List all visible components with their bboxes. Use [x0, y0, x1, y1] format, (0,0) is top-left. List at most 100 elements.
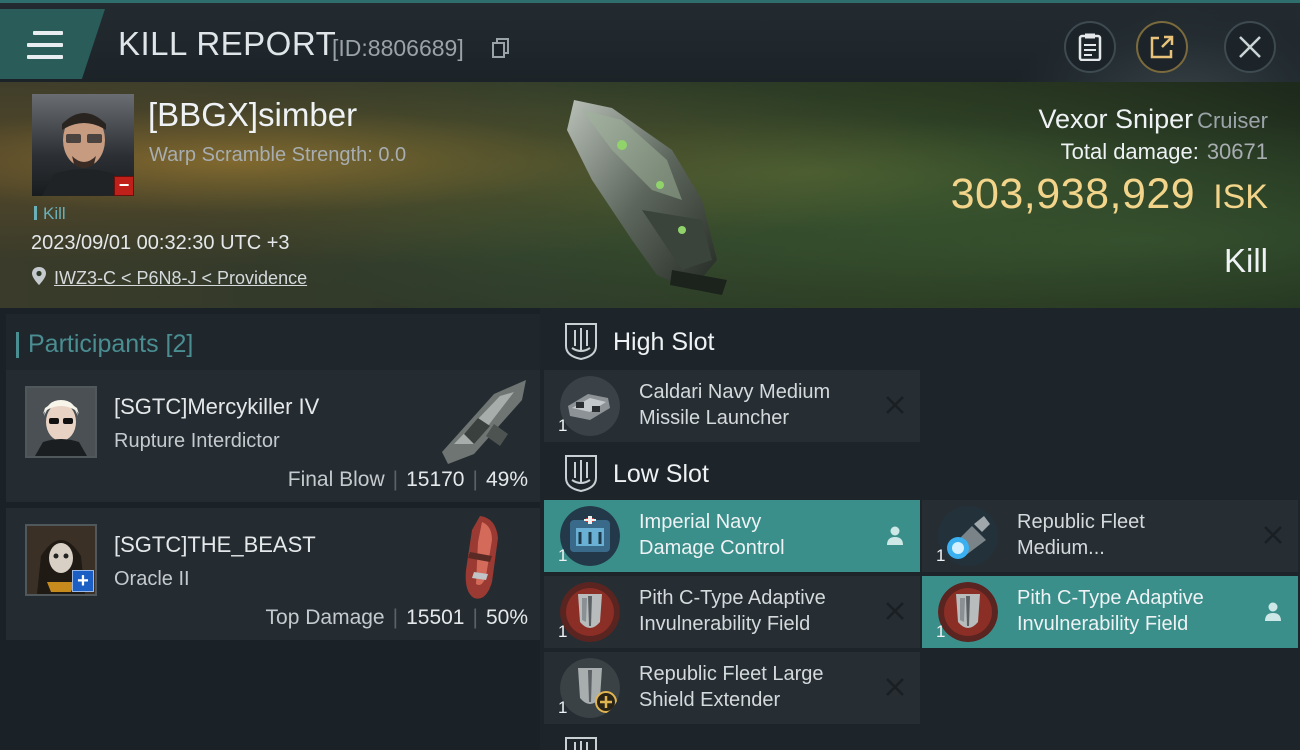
- copy-icon[interactable]: [492, 38, 510, 58]
- clipboard-icon: [1078, 33, 1102, 61]
- low-slot-icon: [565, 455, 597, 492]
- module-name-line-1: Republic Fleet: [1017, 511, 1145, 533]
- participant-stats: Top Damage | 15501 | 50%: [265, 606, 528, 629]
- total-damage-label: Total damage:: [1060, 139, 1199, 164]
- module-quantity: 1: [558, 622, 568, 641]
- module-name-line-1: Republic Fleet Large: [639, 663, 824, 685]
- high-slot-header: High Slot: [544, 312, 1300, 370]
- ship-render[interactable]: [552, 90, 742, 300]
- isk-value: 303,938,929: [950, 170, 1196, 218]
- participant-ship-image[interactable]: [434, 512, 532, 606]
- fleet-member-badge: +: [72, 570, 94, 592]
- module-name: Pith C-Type Adaptive Invulnerability Fie…: [639, 585, 879, 637]
- ship-name-line: Vexor Sniper Cruiser: [1039, 104, 1269, 135]
- module-quantity: 1: [936, 546, 946, 565]
- victim-header: − [BBGX]simber Warp Scramble Strength: 0…: [0, 82, 1300, 308]
- module-name-line-2: Invulnerability Field: [639, 613, 811, 635]
- participant-role: Top Damage: [265, 606, 385, 629]
- participant-role: Final Blow: [287, 468, 385, 491]
- module-name: Caldari Navy Medium Missile Launcher: [639, 379, 879, 431]
- report-id: [ID:8806689]: [332, 35, 464, 61]
- fitting-panel: High Slot 1 Caldari Navy Medium Missile …: [540, 308, 1300, 750]
- module-name-line-2: Medium...: [1017, 537, 1105, 559]
- low-slot-title: Low Slot: [613, 460, 709, 488]
- participant-row[interactable]: + [SGTC]THE_BEAST Oracle II Top Damage | 1…: [6, 508, 540, 640]
- high-slot-title: High Slot: [613, 328, 715, 356]
- menu-button[interactable]: [0, 9, 105, 79]
- next-slot-icon: [565, 737, 597, 750]
- module-item[interactable]: 1 Caldari Navy Medium Missile Launcher: [544, 370, 920, 442]
- module-name-line-1: Caldari Navy Medium: [639, 381, 831, 403]
- module-name-line-2: Missile Launcher: [639, 407, 790, 429]
- close-button[interactable]: [1224, 21, 1276, 73]
- gyrostabilizer-module-icon: [938, 506, 998, 566]
- destroyed-x-icon: [886, 678, 904, 696]
- participant-ship: Rupture Interdictor: [114, 430, 280, 452]
- kill-tag: Kill: [34, 204, 66, 224]
- total-damage-value: 30671: [1206, 139, 1268, 164]
- location-link[interactable]: IWZ3-C < P6N8-J < Providence: [54, 268, 307, 289]
- location-pin-icon: [32, 267, 46, 285]
- participant-percent: 49%: [485, 468, 528, 491]
- module-quantity: 1: [936, 622, 946, 641]
- participant-ship: Oracle II: [114, 568, 190, 590]
- page-title: KILL REPORT: [118, 25, 337, 62]
- outcome-label: Kill: [1223, 242, 1268, 279]
- participant-percent: 50%: [485, 606, 528, 629]
- module-name: Republic Fleet Large Shield Extender: [639, 661, 879, 713]
- participants-header: Participants [2]: [6, 314, 540, 374]
- module-name: Imperial Navy Damage Control: [639, 509, 879, 561]
- destroyed-x-icon: [886, 602, 904, 620]
- invulnerability-field-module-icon: [938, 582, 998, 642]
- destroyed-x-icon: [1264, 526, 1282, 544]
- kill-timestamp: 2023/09/01 00:32:30 UTC +3: [31, 232, 290, 254]
- dropped-person-icon: [887, 526, 903, 545]
- dropped-person-icon: [1265, 602, 1281, 621]
- low-slot-header: Low Slot: [544, 444, 1300, 502]
- module-name-line-1: Pith C-Type Adaptive: [1017, 587, 1204, 609]
- close-icon: [1239, 36, 1261, 58]
- top-bar: KILL REPORT [ID:8806689]: [0, 0, 1300, 85]
- module-name-line-1: Imperial Navy: [639, 511, 762, 533]
- module-item[interactable]: 1 Pith C-Type Adaptive Invulnerability F…: [922, 576, 1298, 648]
- damage-control-module-icon: [560, 506, 620, 566]
- participant-avatar[interactable]: [25, 386, 97, 458]
- participant-name[interactable]: [SGTC]THE_BEAST: [114, 532, 316, 558]
- module-quantity: 1: [558, 698, 568, 717]
- ship-name[interactable]: Vexor Sniper: [1039, 104, 1194, 134]
- warp-scramble-strength: Warp Scramble Strength: 0.0: [149, 144, 407, 166]
- participant-name[interactable]: [SGTC]Mercykiller IV: [114, 394, 319, 420]
- module-name: Republic Fleet Medium...: [1017, 509, 1257, 561]
- portrait-image: [27, 388, 95, 456]
- module-quantity: 1: [558, 416, 568, 435]
- module-item[interactable]: 1 Pith C-Type Adaptive Invulnerability F…: [544, 576, 920, 648]
- module-item[interactable]: 1 Republic Fleet Medium...: [922, 500, 1298, 572]
- hamburger-icon: [27, 31, 63, 61]
- clipboard-button[interactable]: [1064, 21, 1116, 73]
- isk-unit: ISK: [1213, 178, 1268, 216]
- module-name-line-1: Pith C-Type Adaptive: [639, 587, 826, 609]
- module-name-line-2: Shield Extender: [639, 689, 781, 711]
- isk-value-line: 303,938,929 ISK: [951, 170, 1268, 219]
- module-name-line-2: Damage Control: [639, 537, 785, 559]
- hostile-badge: −: [114, 176, 134, 196]
- module-name: Pith C-Type Adaptive Invulnerability Fie…: [1017, 585, 1257, 637]
- participant-damage: 15501: [406, 606, 465, 629]
- module-quantity: 1: [558, 546, 568, 565]
- invulnerability-field-module-icon: [560, 582, 620, 642]
- participant-damage: 15170: [406, 468, 465, 491]
- launcher-module-icon: [560, 376, 620, 436]
- participant-ship-image[interactable]: [434, 374, 532, 468]
- ship-class: Cruiser: [1197, 108, 1268, 133]
- share-icon: [1150, 35, 1174, 59]
- destroyed-x-icon: [886, 396, 904, 414]
- module-item[interactable]: 1 Imperial Navy Damage Control: [544, 500, 920, 572]
- share-button[interactable]: [1136, 21, 1188, 73]
- victim-name[interactable]: [BBGX]simber: [148, 96, 357, 134]
- module-name-line-2: Invulnerability Field: [1017, 613, 1189, 635]
- module-item[interactable]: 1 Republic Fleet Large Shield Extender: [544, 652, 920, 724]
- participant-row[interactable]: [SGTC]Mercykiller IV Rupture Interdictor…: [6, 370, 540, 502]
- participants-title: Participants [2]: [15, 330, 194, 358]
- total-damage: Total damage: 30671: [1061, 139, 1268, 165]
- high-slot-icon: [565, 323, 597, 360]
